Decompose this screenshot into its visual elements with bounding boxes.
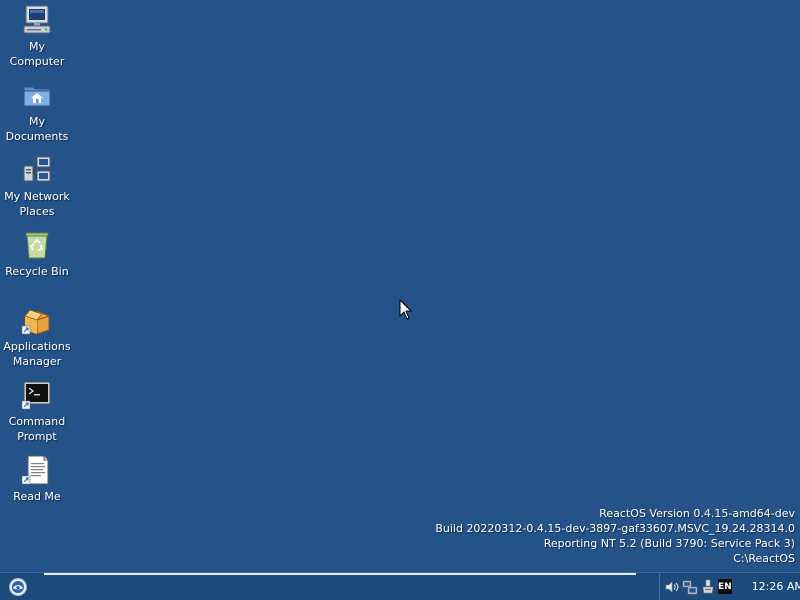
computer-icon bbox=[23, 5, 51, 34]
command-prompt-icon bbox=[21, 381, 51, 410]
recycle-bin-icon bbox=[25, 232, 49, 259]
clock[interactable]: 12:26 AM bbox=[752, 580, 800, 593]
system-path-line: C:\ReactOS bbox=[733, 552, 795, 565]
desktop[interactable]: My Computer My Documents My Network Plac… bbox=[0, 0, 800, 572]
build-line: Build 20220312-0.4.15-dev-3897-gaf33607.… bbox=[435, 522, 795, 535]
language-indicator[interactable]: EN bbox=[718, 579, 732, 594]
icon-label: Recycle Bin bbox=[5, 265, 69, 278]
notification-area: EN 12:26 AM bbox=[659, 573, 800, 600]
icon-label: Command Prompt bbox=[8, 415, 66, 443]
icon-label: Applications Manager bbox=[3, 340, 71, 368]
version-line: ReactOS Version 0.4.15-amd64-dev bbox=[599, 507, 795, 520]
icon-label: My Network Places bbox=[4, 190, 70, 218]
desktop-icon-my-computer[interactable]: My Computer bbox=[0, 4, 74, 69]
icon-label: My Computer bbox=[9, 40, 65, 68]
applications-manager-icon bbox=[21, 309, 50, 335]
desktop-icon-my-documents[interactable]: My Documents bbox=[0, 79, 74, 144]
taskbar: EN 12:26 AM bbox=[0, 572, 800, 600]
icon-label: My Documents bbox=[5, 115, 69, 143]
desktop-icon-read-me[interactable]: Read Me bbox=[0, 454, 74, 504]
mouse-cursor-icon bbox=[399, 299, 413, 320]
safely-remove-hardware-icon[interactable] bbox=[700, 579, 716, 595]
network-places-icon bbox=[23, 156, 51, 182]
reporting-line: Reporting NT 5.2 (Build 3790: Service Pa… bbox=[543, 537, 795, 550]
desktop-icon-my-network-places[interactable]: My Network Places bbox=[0, 154, 74, 219]
desktop-icon-applications-manager[interactable]: Applications Manager bbox=[0, 304, 74, 369]
network-icon[interactable] bbox=[682, 579, 698, 595]
icon-label: Read Me bbox=[13, 490, 61, 503]
desktop-icon-command-prompt[interactable]: Command Prompt bbox=[0, 379, 74, 444]
start-button[interactable] bbox=[4, 575, 32, 598]
version-info: ReactOS Version 0.4.15-amd64-dev Build 2… bbox=[435, 506, 795, 566]
volume-icon[interactable] bbox=[664, 579, 680, 595]
reactos-logo-icon bbox=[9, 577, 27, 596]
text-document-icon bbox=[21, 455, 49, 485]
desktop-icon-recycle-bin[interactable]: Recycle Bin bbox=[0, 229, 74, 279]
task-band bbox=[44, 573, 636, 575]
folder-documents-icon bbox=[23, 86, 51, 107]
